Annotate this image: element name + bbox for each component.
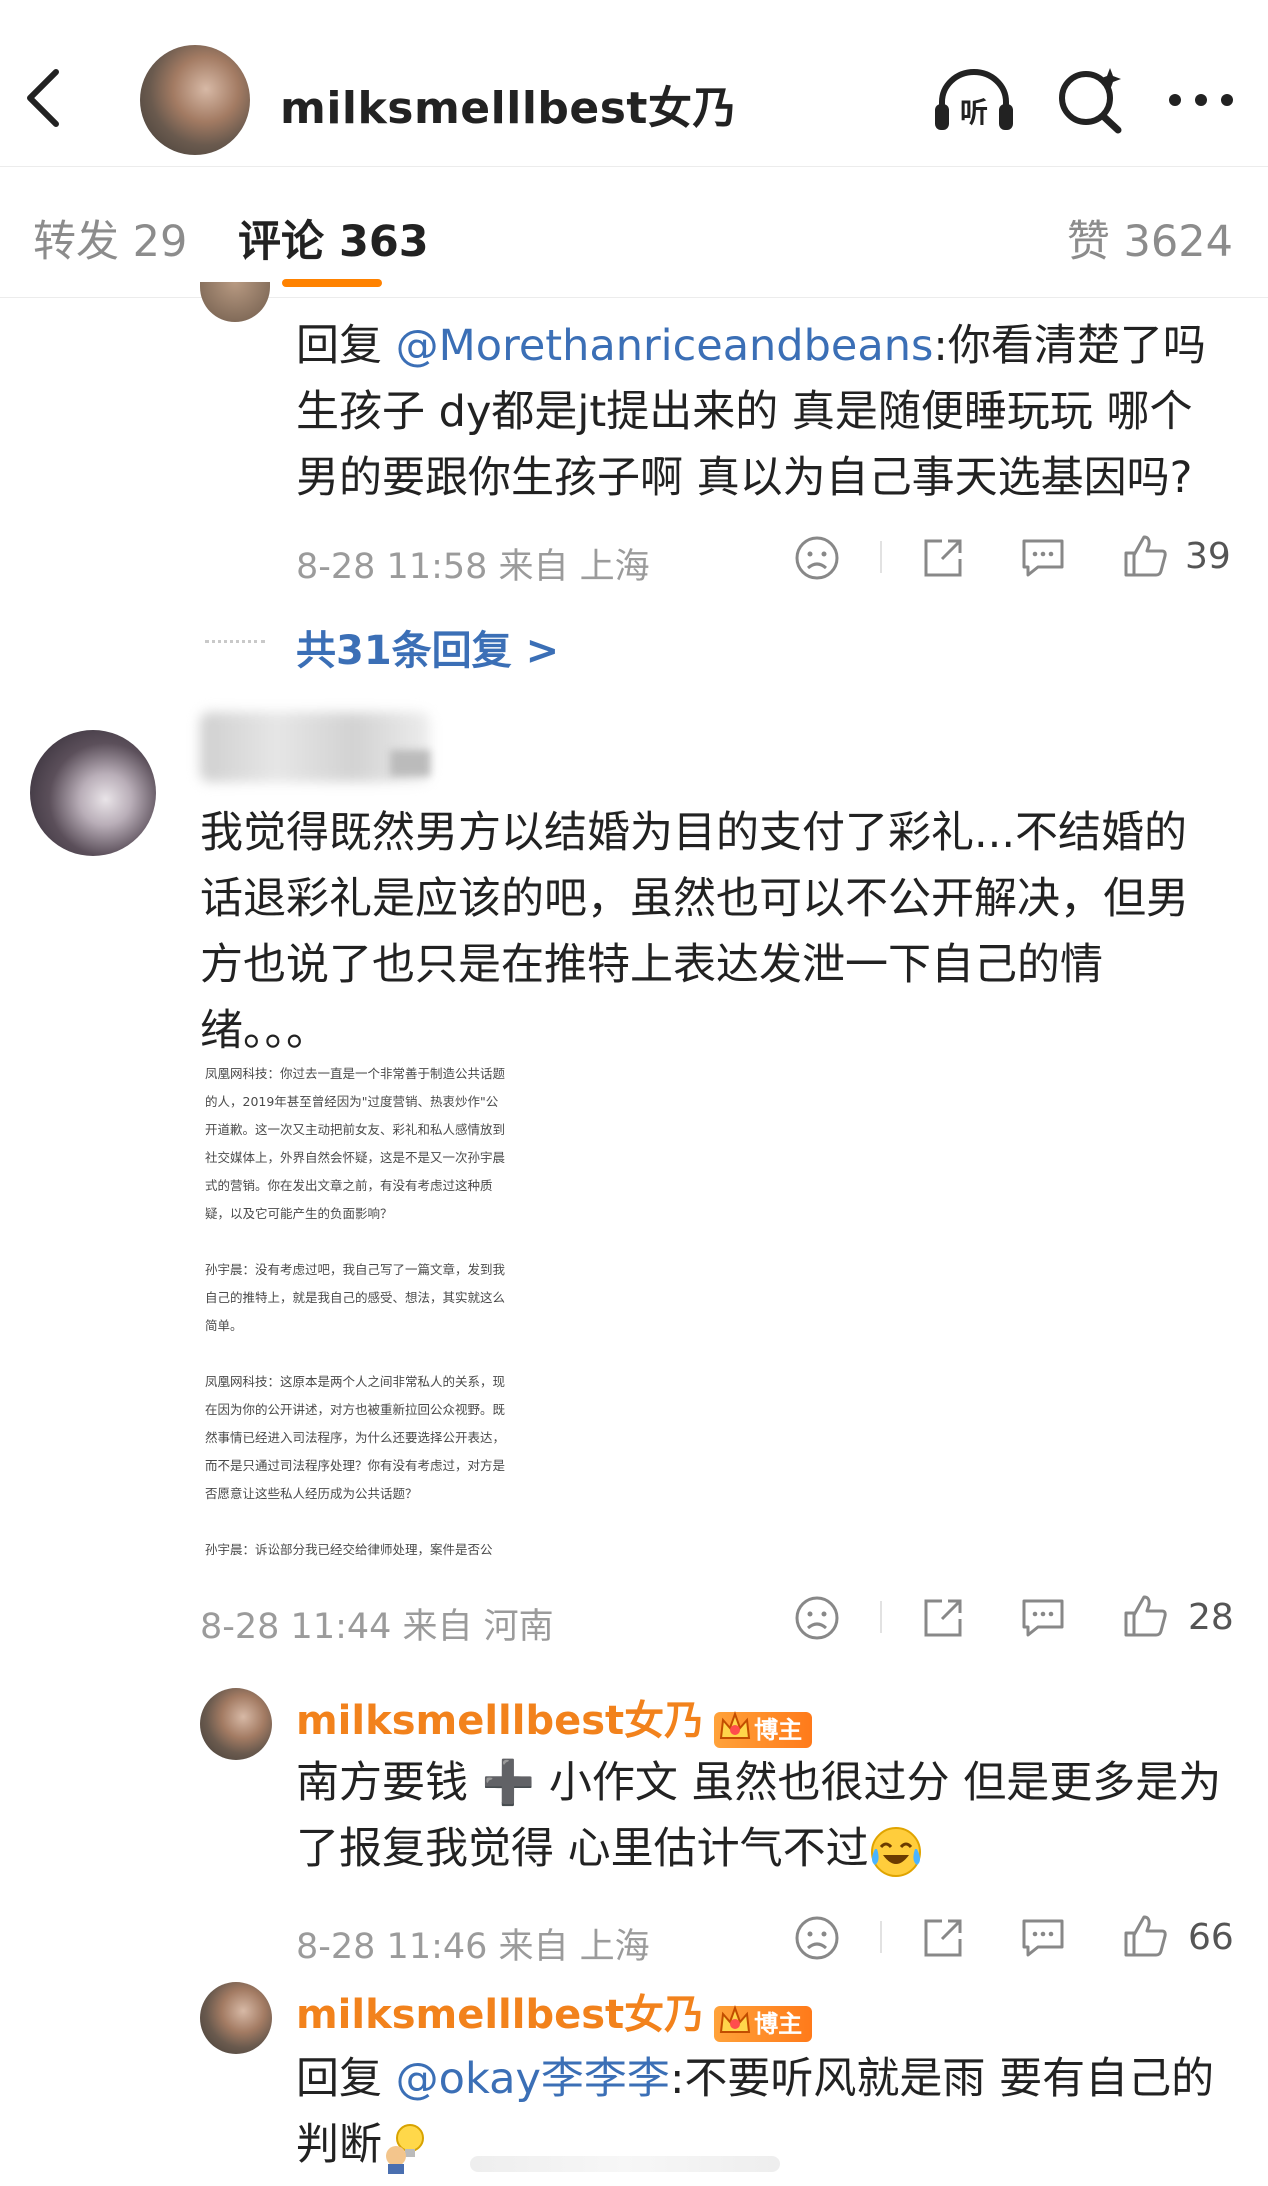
comment-meta: 8-28 11:58 来自 上海 [296,547,650,587]
comment-text: 南方要钱 ➕ 小作文 虽然也很过分 但是更多是为 了报复我觉得 心里估计气不过 [296,1750,1256,1882]
username[interactable]: milksmelllbest女乃 [296,1698,704,1744]
page-title[interactable]: milksmelllbest女乃 [280,72,737,136]
image-text-line: 简单。 [205,1318,243,1333]
image-text-line: 否愿意让这些私人经历成为公共话题？ [205,1486,418,1501]
back-icon[interactable] [22,68,66,128]
share-icon[interactable] [920,1915,966,1961]
avatar[interactable] [200,282,270,322]
share-icon[interactable] [920,535,966,581]
mention-link[interactable]: @okay李李李 [396,2054,670,2104]
image-text-line: 开道歉。这一次又主动把前女友、彩礼和私人感情放到 [205,1122,506,1137]
comment-meta: 8-28 11:44 来自 河南 [200,1607,554,1647]
attached-image[interactable]: 凤凰网科技：你过去一直是一个非常善于制造公共话题 的人，2019年甚至曾经因为"过… [205,1060,555,1560]
listen-label: 听 [960,96,988,129]
image-text: 凤凰网科技：你过去一直是一个非常善于制造公共话题 的人，2019年甚至曾经因为"过… [205,1060,555,1560]
image-text-line: 式的营销。你在发出文章之前，有没有考虑过这种质 [205,1178,493,1193]
comment-text: 回复 @Morethanriceandbeans:你看清楚了吗 生孩子 dy都是… [296,321,1206,503]
reply-header: milksmelllbest女乃 博主 [296,1688,813,1748]
avatar[interactable] [30,730,156,856]
mention-link[interactable]: @Morethanriceandbeans [396,321,934,371]
sad-face-icon[interactable] [794,1915,840,1961]
like-count: 28 [1188,1597,1234,1638]
image-text-line: 疑，以及它可能产生的负面影响？ [205,1206,393,1221]
lightbulb-emoji [386,2123,424,2174]
blogger-badge: 博主 [714,2004,813,2042]
image-text-line: 孙宇晨：没有考虑过吧，我自己写了一篇文章，发到我 [205,1262,506,1277]
more-icon[interactable] [1166,88,1236,112]
image-text-line: 然事情已经进入司法程序，为什么还要选择公开表达， [205,1430,506,1445]
home-indicator [470,2156,780,2172]
tab-bar: 转发 29 评论 363 赞 3624 [0,166,1268,298]
comment-icon[interactable] [1020,535,1066,581]
top-bar: milksmelllbest女乃 听 [0,0,1268,165]
image-text-line: 社交媒体上，外界自然会怀疑，这是不是又一次孙宇晨 [205,1150,506,1165]
search-icon[interactable] [1056,64,1126,134]
avatar[interactable] [140,45,250,155]
image-text-line: 自己的推特上，就是我自己的感受、想法，其实就这么 [205,1290,506,1305]
avatar[interactable] [200,1688,272,1760]
image-text-line: 凤凰网科技：这原本是两个人之间非常私人的关系，现 [205,1374,506,1389]
sad-face-icon[interactable] [794,535,840,581]
sad-face-icon[interactable] [794,1595,840,1641]
blogger-badge: 博主 [714,1710,813,1748]
username[interactable]: milksmelllbest女乃 [296,1992,704,2038]
crown-icon [720,1710,751,1739]
like-count: 66 [1188,1917,1234,1958]
active-tab-indicator [282,279,382,287]
divider [880,1921,882,1953]
image-text-line: 孙宇晨：诉讼部分我已经交给律师处理，案件是否公 [205,1542,493,1557]
comment-meta: 8-28 11:46 来自 上海 [296,1927,650,1967]
tab-like[interactable]: 赞 3624 [1067,207,1233,269]
image-text-line: 在因为你的公开讲述，对方也被重新拉回公众视野。既 [205,1402,506,1417]
image-text-line [205,1228,555,1256]
more-replies-link[interactable]: 共31条回复 > [296,618,559,676]
image-text-line: 凤凰网科技：你过去一直是一个非常善于制造公共话题 [205,1066,506,1081]
comment-text: 我觉得既然男方以结婚为目的支付了彩礼...不结婚的 话退彩礼是应该的吧，虽然也可… [200,808,1189,1056]
like-count: 39 [1185,536,1231,577]
comment-icon[interactable] [1020,1915,1066,1961]
avatar[interactable] [200,1982,272,2054]
listen-icon[interactable]: 听 [932,66,1016,134]
tab-comment[interactable]: 评论 363 [238,207,429,269]
laughing-crying-emoji [870,1826,921,1877]
username-blurred [390,750,430,776]
divider [880,541,882,573]
thumbs-up-icon[interactable] [1122,533,1168,579]
image-text-line [205,1340,555,1368]
image-text-line [205,1508,555,1536]
thumbs-up-icon[interactable] [1122,1913,1168,1959]
thumbs-up-icon[interactable] [1122,1593,1168,1639]
image-text-line: 的人，2019年甚至曾经因为"过度营销、热衷炒作"公 [205,1094,499,1109]
crown-icon [720,2004,751,2033]
comment-icon[interactable] [1020,1595,1066,1641]
image-text-line: 而不是只通过司法程序处理？你有没有考虑过，对方是 [205,1458,506,1473]
divider [205,640,265,643]
share-icon[interactable] [920,1595,966,1641]
reply-header: milksmelllbest女乃 博主 [296,1982,813,2042]
tab-repost[interactable]: 转发 29 [33,207,187,269]
divider [880,1601,882,1633]
